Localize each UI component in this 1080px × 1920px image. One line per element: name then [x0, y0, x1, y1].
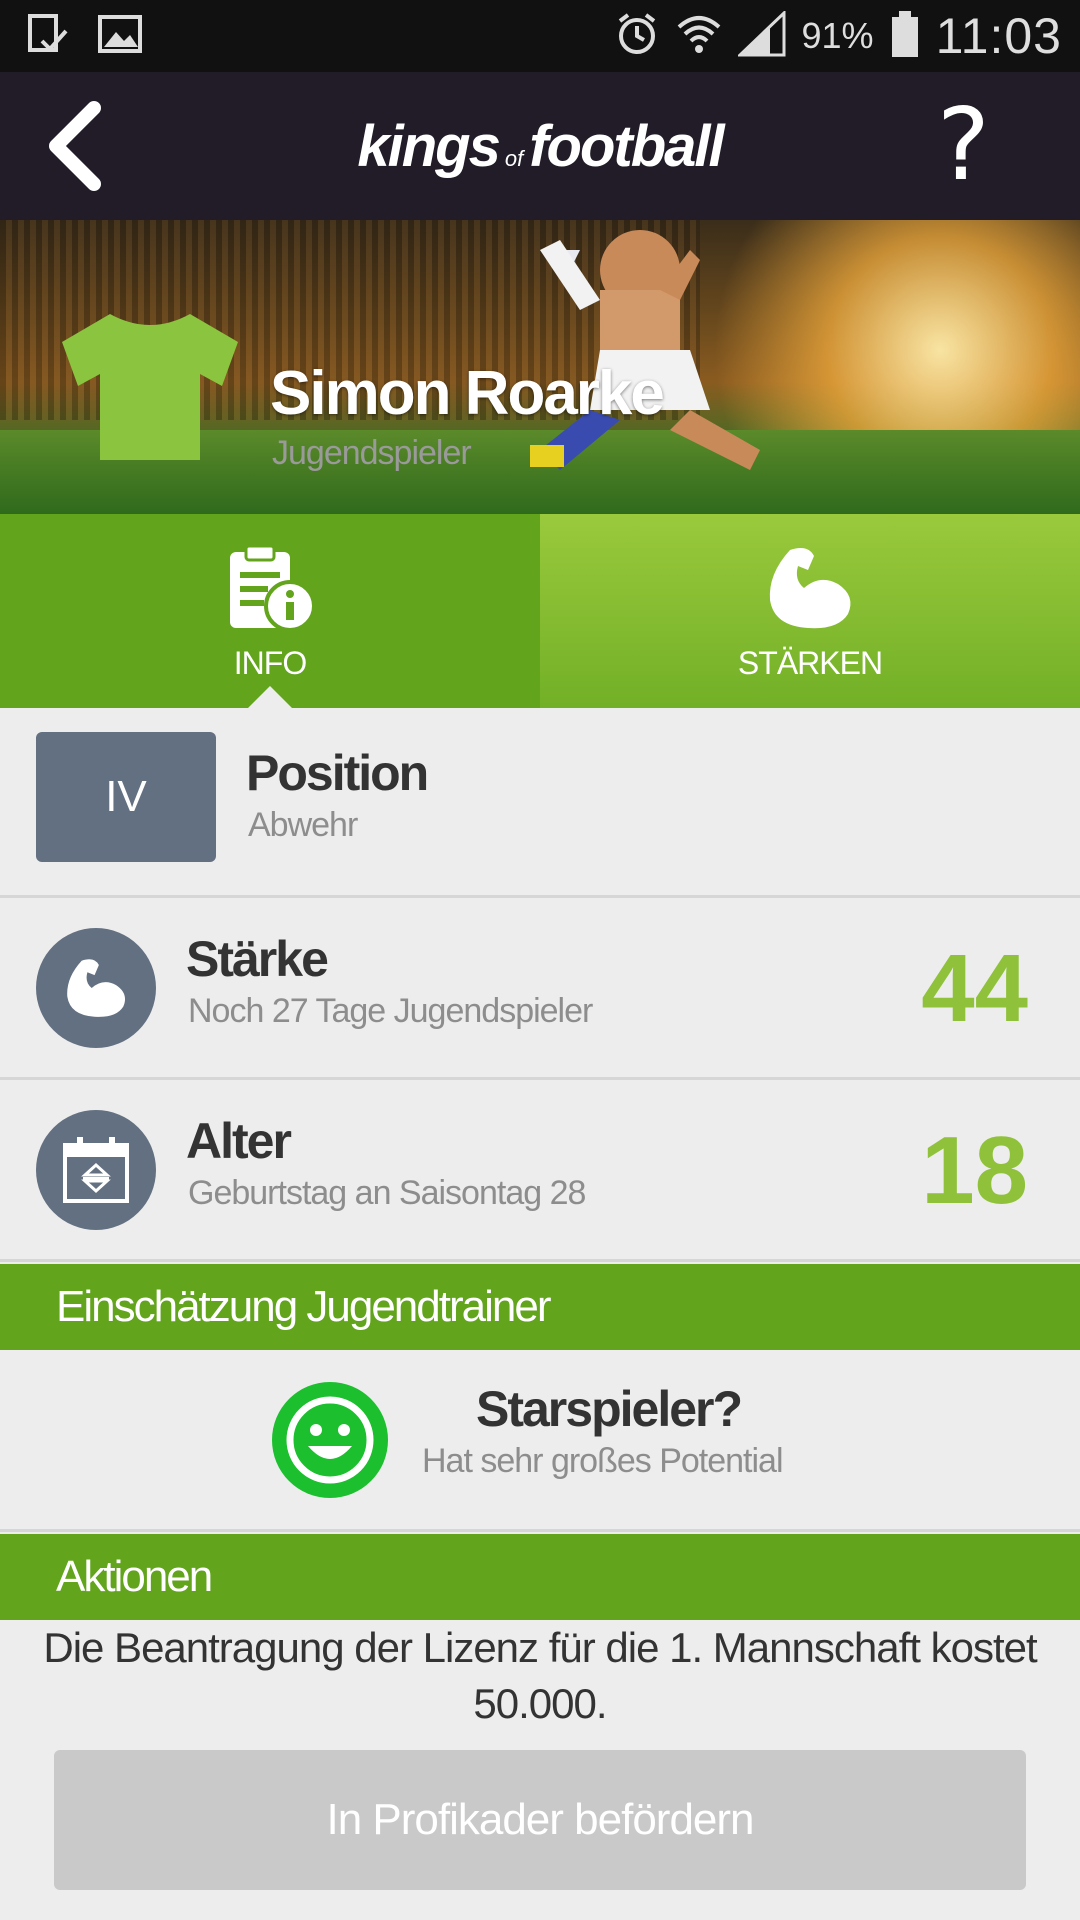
tab-info[interactable]: INFO	[0, 514, 540, 708]
assessment-header: Einschätzung Jugendtrainer	[0, 1264, 1080, 1350]
flexed-bicep-icon	[67, 959, 126, 1017]
strength-title: Stärke	[186, 931, 329, 987]
tab-staerken-label: STÄRKEN	[737, 645, 883, 681]
battery-percent: 91%	[801, 15, 874, 56]
assessment-subtitle: Hat sehr großes Potential	[422, 1442, 784, 1480]
back-arrow-icon	[49, 101, 101, 191]
strength-icon-badge	[36, 928, 156, 1048]
player-role: Jugendspieler	[272, 434, 472, 472]
tab-staerken[interactable]: STÄRKEN	[540, 514, 1080, 708]
status-bar: 91% 11:03	[0, 0, 1080, 72]
age-icon-badge	[36, 1110, 156, 1230]
position-value: Abwehr	[248, 806, 358, 844]
app-header: kings of football ?	[0, 72, 1080, 220]
flexed-bicep-icon	[764, 544, 856, 637]
player-name: Simon Roarke	[270, 359, 665, 428]
clock: 11:03	[935, 8, 1062, 64]
signal-icon	[735, 8, 786, 62]
assessment-title: Starspieler?	[476, 1381, 743, 1437]
battery-icon	[890, 9, 920, 64]
assessment-row: Starspieler? Hat sehr großes Potential	[0, 1350, 1080, 1532]
help-button[interactable]: ?	[937, 90, 990, 200]
logo-text-football: football	[529, 113, 724, 179]
logo-text-kings: kings	[357, 113, 500, 179]
age-row: Alter Geburtstag an Saisontag 28 18	[0, 1080, 1080, 1262]
age-subtitle: Geburtstag an Saisontag 28	[188, 1174, 586, 1212]
age-title: Alter	[186, 1113, 292, 1169]
age-value: 18	[921, 1117, 1028, 1224]
download-complete-icon	[28, 13, 68, 60]
strength-value: 44	[921, 935, 1028, 1042]
smiley-face-icon	[272, 1382, 388, 1498]
tab-bar: INFO STÄRKEN	[0, 514, 1080, 708]
position-title: Position	[246, 745, 429, 801]
strength-row: Stärke Noch 27 Tage Jugendspieler 44	[0, 898, 1080, 1080]
actions-header: Aktionen	[0, 1534, 1080, 1620]
license-cost-line-2: 50.000.	[473, 1680, 607, 1727]
calendar-icon	[63, 1137, 129, 1203]
image-icon	[98, 14, 142, 59]
tab-info-label: INFO	[233, 645, 307, 681]
logo-text-of: of	[504, 145, 524, 171]
active-tab-pointer	[248, 686, 292, 708]
jersey-icon	[62, 314, 238, 460]
position-badge: IV	[36, 732, 216, 862]
app-logo: kings of football	[357, 113, 724, 180]
back-button[interactable]	[36, 98, 126, 194]
strength-subtitle: Noch 27 Tage Jugendspieler	[188, 992, 593, 1030]
license-cost-line-1: Die Beantragung der Lizenz für die 1. Ma…	[43, 1624, 1037, 1671]
wifi-icon	[676, 11, 722, 62]
info-document-icon	[224, 544, 316, 637]
promote-button[interactable]: In Profikader befördern	[54, 1750, 1026, 1890]
alarm-icon	[614, 11, 660, 62]
license-cost-text: Die Beantragung der Lizenz für die 1. Ma…	[0, 1620, 1080, 1732]
position-row: IV Position Abwehr	[0, 708, 1080, 898]
player-banner: Simon Roarke Jugendspieler	[0, 220, 1080, 514]
